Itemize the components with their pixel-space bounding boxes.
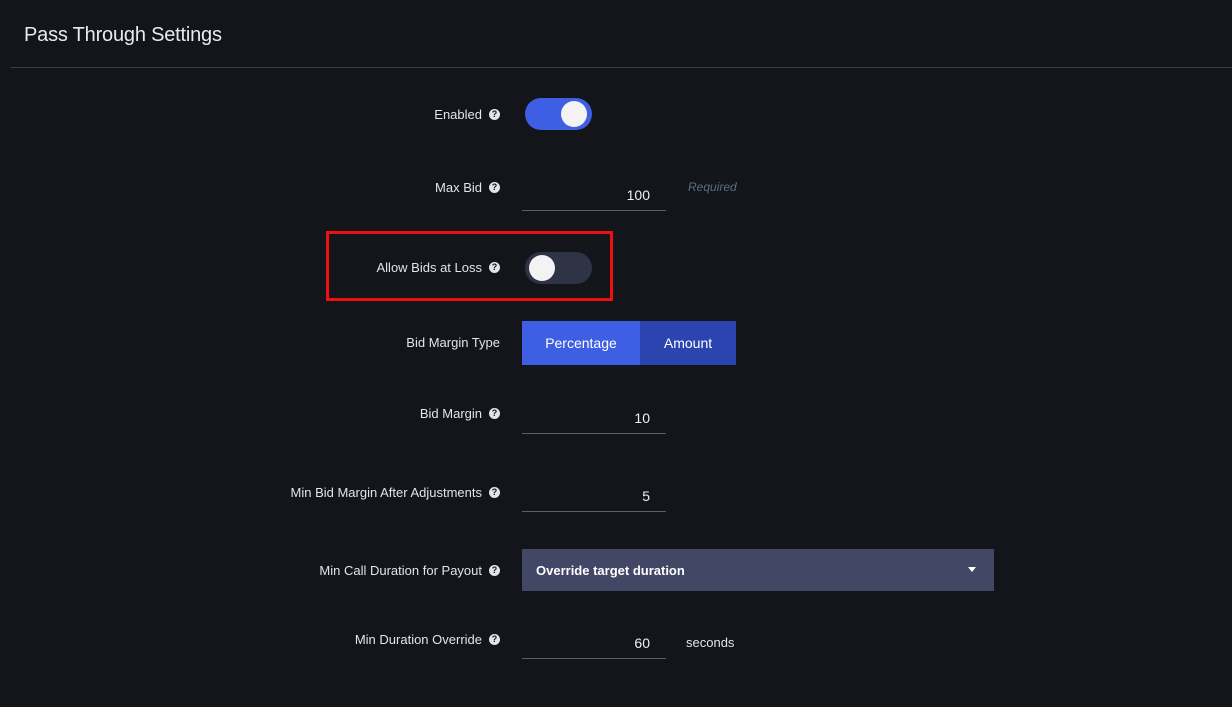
seconds-suffix: seconds xyxy=(686,635,735,650)
min-call-duration-label: Min Call Duration for Payout ? xyxy=(319,563,500,578)
bid-margin-input[interactable] xyxy=(522,402,666,434)
help-icon[interactable]: ? xyxy=(489,487,500,498)
help-icon[interactable]: ? xyxy=(489,109,500,120)
enabled-label: Enabled ? xyxy=(434,107,500,122)
help-icon[interactable]: ? xyxy=(489,565,500,576)
bid-margin-type-label: Bid Margin Type xyxy=(406,335,500,350)
max-bid-input[interactable] xyxy=(522,179,666,211)
allow-bids-at-loss-toggle[interactable] xyxy=(525,252,592,284)
amount-option-button[interactable]: Amount xyxy=(640,321,736,365)
enabled-label-text: Enabled xyxy=(434,107,482,122)
help-icon[interactable]: ? xyxy=(489,408,500,419)
min-duration-override-label: Min Duration Override ? xyxy=(355,632,500,647)
min-call-duration-label-text: Min Call Duration for Payout xyxy=(319,563,482,578)
bid-margin-label: Bid Margin ? xyxy=(420,406,500,421)
min-bid-margin-after-adjustments-label-text: Min Bid Margin After Adjustments xyxy=(290,485,482,500)
min-duration-override-input[interactable] xyxy=(522,627,666,659)
bid-margin-label-text: Bid Margin xyxy=(419,406,482,421)
help-icon[interactable]: ? xyxy=(489,182,500,193)
max-bid-label: Max Bid ? xyxy=(435,180,500,195)
min-bid-margin-input[interactable] xyxy=(522,480,666,512)
section-title: Pass Through Settings xyxy=(24,24,222,46)
title-divider xyxy=(10,67,1232,68)
bid-margin-type-segmented-control: Percentage Amount xyxy=(522,321,736,365)
caret-down-icon xyxy=(968,567,976,572)
bid-margin-type-label-text: Bid Margin Type xyxy=(406,335,500,350)
percentage-option-button[interactable]: Percentage xyxy=(522,321,640,365)
help-icon[interactable]: ? xyxy=(489,262,500,273)
max-bid-label-text: Max Bid xyxy=(435,180,482,195)
min-bid-margin-after-adjustments-label: Min Bid Margin After Adjustments ? xyxy=(291,485,500,500)
min-call-duration-selected-value: Override target duration xyxy=(536,562,685,578)
min-call-duration-select[interactable]: Override target duration xyxy=(522,549,994,591)
min-duration-override-label-text: Min Duration Override xyxy=(354,632,482,647)
allow-bids-at-loss-label-text: Allow Bids at Loss xyxy=(376,260,483,275)
max-bid-required-hint: Required xyxy=(688,180,737,194)
toggle-knob xyxy=(529,255,555,281)
toggle-knob xyxy=(561,101,587,127)
pass-through-settings-panel: Pass Through Settings Enabled ? Max Bid … xyxy=(0,0,1232,707)
allow-bids-at-loss-label: Allow Bids at Loss ? xyxy=(376,260,500,275)
help-icon[interactable]: ? xyxy=(489,634,500,645)
enabled-toggle[interactable] xyxy=(525,98,592,130)
